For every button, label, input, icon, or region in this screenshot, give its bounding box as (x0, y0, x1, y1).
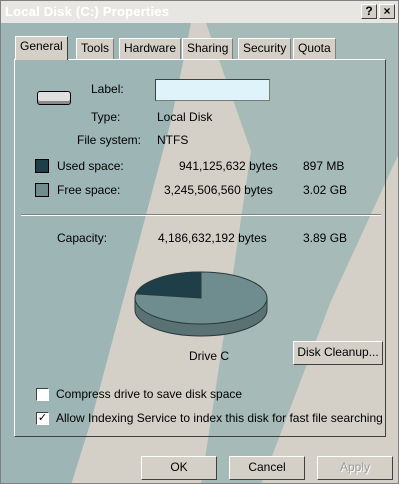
tab-tools[interactable]: Tools (76, 38, 115, 59)
compress-checkbox[interactable] (36, 388, 49, 401)
indexing-label: Allow Indexing Service to index this dis… (56, 411, 383, 425)
type-caption: Type: (91, 110, 121, 124)
title-bar: Local Disk (C:) Properties ? × (1, 1, 398, 23)
label-caption: Label: (91, 82, 124, 96)
free-space-caption: Free space: (57, 183, 121, 197)
used-space-size: 897 MB (303, 159, 345, 173)
apply-button[interactable]: Apply (317, 456, 393, 480)
separator (21, 214, 381, 216)
tab-hardware[interactable]: Hardware (119, 38, 182, 59)
type-value: Local Disk (157, 110, 213, 124)
help-button[interactable]: ? (361, 4, 377, 19)
used-space-bytes: 941,125,632 bytes (179, 159, 278, 173)
drive-caption: Drive C (189, 349, 230, 363)
filesystem-caption: File system: (77, 133, 142, 147)
free-space-bytes: 3,245,506,560 bytes (164, 183, 273, 197)
capacity-bytes: 4,186,632,192 bytes (158, 231, 267, 245)
disk-usage-pie (134, 271, 268, 337)
tab-sharing[interactable]: Sharing (182, 38, 234, 59)
window-title: Local Disk (C:) Properties (5, 4, 170, 19)
tab-quota[interactable]: Quota (293, 38, 336, 59)
free-space-swatch (35, 183, 49, 197)
used-space-caption: Used space: (57, 159, 124, 173)
pie-used-slice (135, 271, 202, 299)
volume-label-input[interactable] (155, 79, 270, 101)
ok-button[interactable]: OK (141, 456, 217, 480)
indexing-checkbox[interactable]: ✓ (36, 412, 49, 425)
tab-security[interactable]: Security (238, 38, 292, 59)
capacity-caption: Capacity: (57, 231, 108, 245)
filesystem-value: NTFS (157, 133, 189, 147)
used-space-swatch (35, 159, 49, 173)
disk-cleanup-button[interactable]: Disk Cleanup... (293, 341, 383, 365)
tab-general[interactable]: General (15, 36, 68, 60)
properties-dialog: Local Disk (C:) Properties ? × General T… (0, 0, 399, 484)
compress-label: Compress drive to save disk space (56, 387, 243, 401)
close-button[interactable]: × (379, 4, 395, 19)
capacity-size: 3.89 GB (303, 231, 348, 245)
cancel-button[interactable]: Cancel (229, 456, 305, 480)
free-space-size: 3.02 GB (303, 183, 348, 197)
drive-icon (37, 91, 71, 105)
